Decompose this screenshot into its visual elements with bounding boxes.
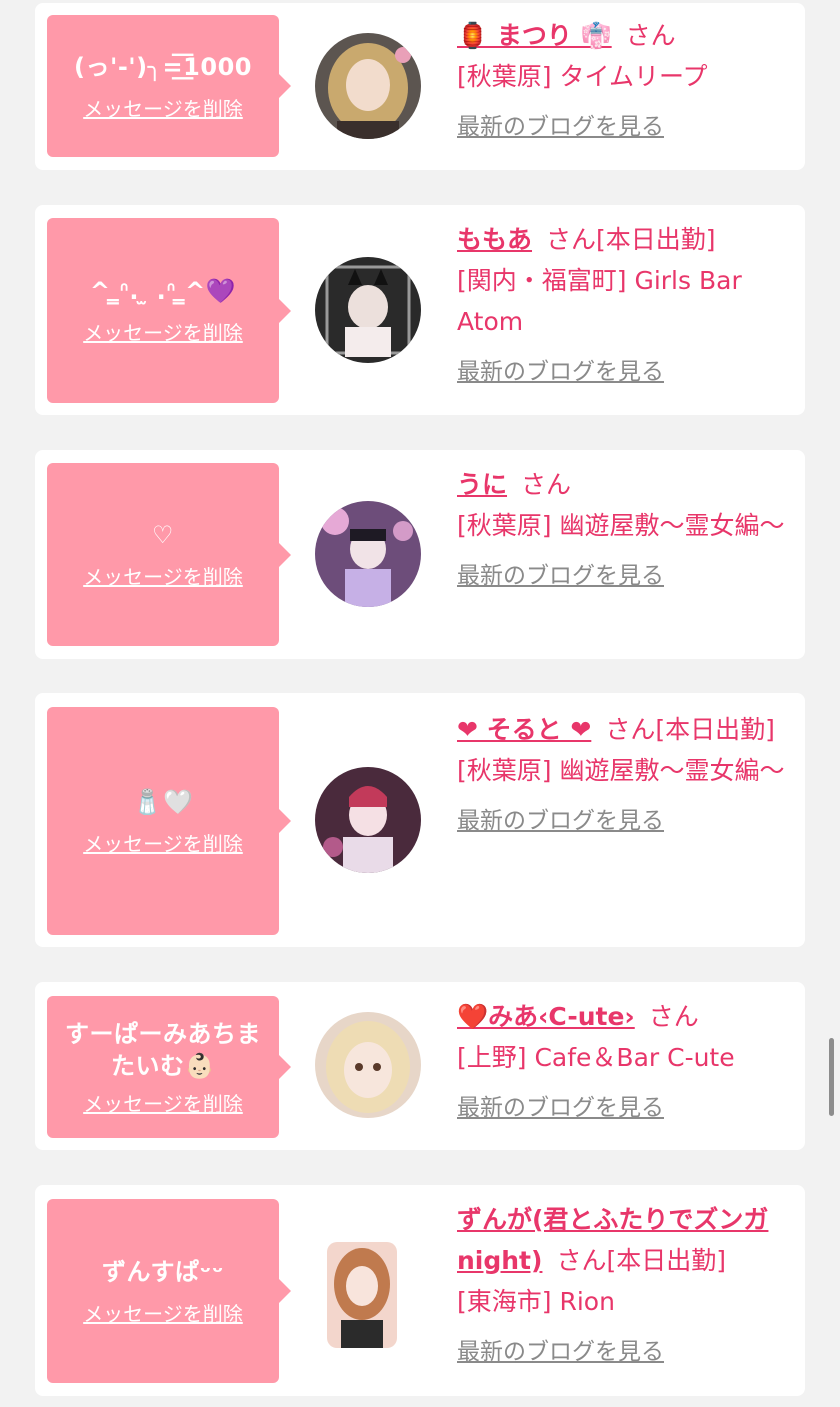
cast-info: ❤️みあ‹C-ute› さん [上野] Cafe＆Bar C-ute 最新のブログ…: [457, 996, 797, 1129]
shop-name: [秋葉原] 幽遊屋敷〜霊女編〜: [457, 756, 785, 785]
latest-blog-link[interactable]: 最新のブログを見る: [457, 556, 797, 597]
avatar[interactable]: [315, 257, 421, 363]
shop-name: [東海市] Rion: [457, 1287, 615, 1316]
message-bubble: 🧂🤍 メッセージを削除: [47, 707, 291, 935]
avatar[interactable]: [315, 501, 421, 607]
message-text: ♡: [151, 521, 174, 549]
cast-info: うに さん [秋葉原] 幽遊屋敷〜霊女編〜 最新のブログを見る: [457, 464, 797, 597]
honorific: さん: [546, 225, 597, 254]
message-bubble: すーぱーみあちまたいむ👶🏻 メッセージを削除: [47, 996, 291, 1138]
delete-message-link[interactable]: メッセージを削除: [83, 1088, 243, 1117]
delete-message-link[interactable]: メッセージを削除: [83, 561, 243, 590]
list-item: ずんすぱᵕᵕ メッセージを削除 ずんが(君とふたりでズンガnight) さん[本日…: [35, 1185, 805, 1396]
latest-blog-link[interactable]: 最新のブログを見る: [457, 352, 797, 393]
cast-info: 🏮 まつり 👘 さん [秋葉原] タイムリープ 最新のブログを見る: [457, 15, 797, 148]
scrollbar[interactable]: [829, 1038, 834, 1116]
avatar[interactable]: [315, 767, 421, 873]
delete-message-link[interactable]: メッセージを削除: [83, 317, 243, 346]
message-bubble: (っ'-')╮=͟͟͞͞1000 メッセージを削除: [47, 15, 291, 157]
message-bubble: ♡ メッセージを削除: [47, 463, 291, 646]
latest-blog-link[interactable]: 最新のブログを見る: [457, 1332, 797, 1373]
honorific: さん: [521, 470, 572, 499]
list-item: ^ ̳ᐢ. ̫ .ᐢ ̳^💜 メッセージを削除 ももあ さん[本日出勤] [関内・…: [35, 205, 805, 415]
avatar[interactable]: [315, 1012, 421, 1118]
shop-name: [関内・福富町] Girls Bar Atom: [457, 266, 742, 336]
list-item: 🧂🤍 メッセージを削除 ❤ そると ❤ さん[本日出勤] [秋葉原] 幽遊屋敷〜霊…: [35, 693, 805, 947]
list-item: (っ'-')╮=͟͟͞͞1000 メッセージを削除 🏮 まつり 👘 さん [秋葉原…: [35, 3, 805, 170]
cast-name-link[interactable]: ❤ そると ❤: [457, 715, 591, 744]
shop-name: [上野] Cafe＆Bar C-ute: [457, 1043, 735, 1072]
message-text: ずんすぱᵕᵕ: [102, 1257, 224, 1286]
honorific: さん: [625, 21, 676, 50]
latest-blog-link[interactable]: 最新のブログを見る: [457, 107, 797, 148]
list-item: すーぱーみあちまたいむ👶🏻 メッセージを削除 ❤️みあ‹C-ute› さん [上野…: [35, 982, 805, 1150]
cast-name-link[interactable]: ❤️みあ‹C-ute›: [457, 1002, 635, 1031]
attendance-status: [本日出勤]: [596, 225, 716, 254]
attendance-status: [本日出勤]: [606, 1246, 726, 1275]
attendance-status: [本日出勤]: [655, 715, 775, 744]
message-text: すーぱーみあちまたいむ👶🏻: [65, 1019, 261, 1080]
message-bubble: ^ ̳ᐢ. ̫ .ᐢ ̳^💜 メッセージを削除: [47, 218, 291, 403]
honorific: さん: [556, 1246, 607, 1275]
cast-info: ずんが(君とふたりでズンガnight) さん[本日出勤] [東海市] Rion 最…: [457, 1199, 797, 1373]
cast-name-link[interactable]: 🏮 まつり 👘: [457, 21, 612, 50]
shop-name: [秋葉原] 幽遊屋敷〜霊女編〜: [457, 511, 785, 540]
message-text: ^ ̳ᐢ. ̫ .ᐢ ̳^💜: [89, 277, 237, 305]
delete-message-link[interactable]: メッセージを削除: [83, 828, 243, 857]
latest-blog-link[interactable]: 最新のブログを見る: [457, 1088, 797, 1129]
cast-name-link[interactable]: うに: [457, 470, 507, 499]
delete-message-link[interactable]: メッセージを削除: [83, 93, 243, 122]
message-text: 🧂🤍: [132, 787, 194, 816]
avatar[interactable]: [327, 1242, 397, 1348]
shop-name: [秋葉原] タイムリープ: [457, 62, 708, 91]
cast-info: ももあ さん[本日出勤] [関内・福富町] Girls Bar Atom 最新のブ…: [457, 219, 797, 393]
latest-blog-link[interactable]: 最新のブログを見る: [457, 801, 797, 842]
list-item: ♡ メッセージを削除 うに さん [秋葉原] 幽遊屋敷〜霊女編〜 最新のブログを見…: [35, 450, 805, 659]
cast-name-link[interactable]: ももあ: [457, 225, 532, 254]
honorific: さん: [605, 715, 656, 744]
delete-message-link[interactable]: メッセージを削除: [83, 1298, 243, 1327]
cast-info: ❤ そると ❤ さん[本日出勤] [秋葉原] 幽遊屋敷〜霊女編〜 最新のブログを見…: [457, 709, 797, 842]
avatar[interactable]: [315, 33, 421, 139]
message-bubble: ずんすぱᵕᵕ メッセージを削除: [47, 1199, 291, 1383]
message-text: (っ'-')╮=͟͟͞͞1000: [74, 52, 252, 81]
honorific: さん: [648, 1002, 699, 1031]
